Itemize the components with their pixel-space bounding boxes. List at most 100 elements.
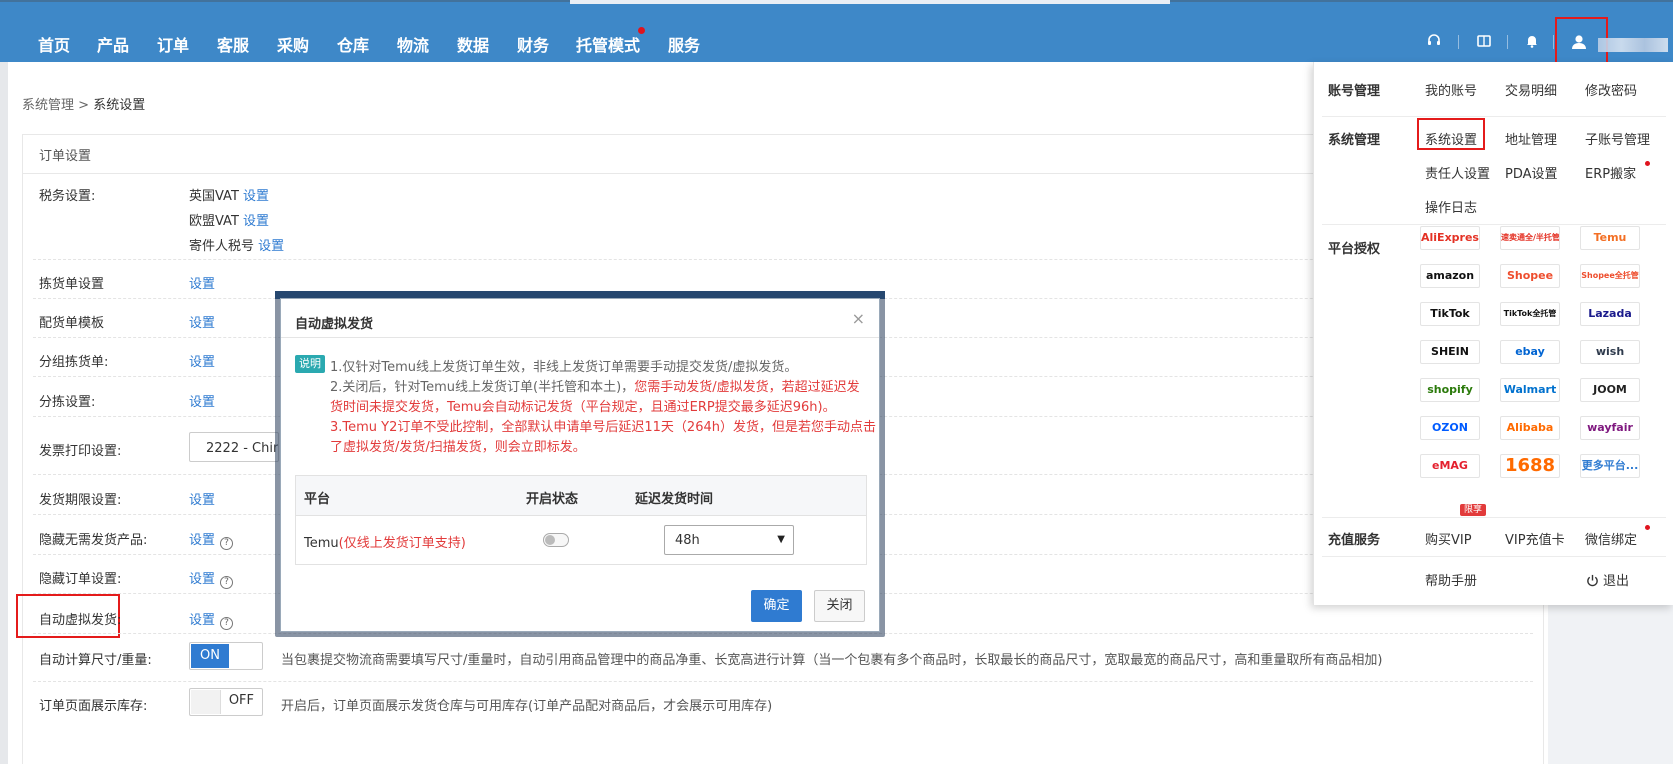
sender-tax-setting-link[interactable]: 设置	[258, 239, 284, 254]
headset-icon[interactable]	[1425, 33, 1443, 51]
bell-icon[interactable]	[1523, 33, 1541, 51]
menu-address-management[interactable]: 地址管理	[1505, 129, 1557, 148]
close-button[interactable]: 关闭	[814, 590, 865, 622]
platform-logo-shopee5[interactable]: Shopee全托管	[1580, 264, 1640, 288]
nav-service[interactable]: 服务	[668, 32, 700, 56]
group-pick-label: 分组拣货单:	[39, 355, 109, 370]
breadcrumb-parent[interactable]: 系统管理	[22, 98, 74, 113]
hide-products-setting-link[interactable]: 设置	[189, 533, 215, 548]
note-line-3-cont: 了虚拟发货/发货/扫描发货，则会立即标发。	[330, 440, 586, 455]
nav-warehouse[interactable]: 仓库	[337, 32, 369, 56]
platform-logo-temu2[interactable]: Temu	[1580, 226, 1640, 250]
menu-transactions[interactable]: 交易明细	[1505, 80, 1557, 99]
platform-logo-wayfair17[interactable]: wayfair	[1580, 416, 1640, 440]
user-name-blurred[interactable]	[1598, 38, 1668, 52]
help-icon[interactable]: ?	[220, 537, 234, 550]
menu-system-settings[interactable]: 系统设置	[1425, 129, 1477, 148]
sorting-label: 分拣设置:	[39, 395, 96, 410]
delay-time-select[interactable]: 48h ▼	[664, 525, 794, 555]
logout-button[interactable]: 退出	[1586, 570, 1629, 591]
nav-hosting-mode[interactable]: 托管模式	[576, 32, 640, 56]
platform-logo-shopify12[interactable]: shopify	[1420, 378, 1480, 402]
auto-size-weight-toggle[interactable]: ON	[189, 642, 263, 670]
platform-table: 平台 开启状态 延迟发货时间 Temu(仅线上发货订单支持) 48h ▼	[295, 475, 867, 565]
platform-logo-emag18[interactable]: eMAG	[1420, 454, 1480, 478]
breadcrumb: 系统管理 > 系统设置	[22, 94, 145, 113]
temu-enable-toggle[interactable]	[543, 533, 569, 547]
nav-logistics[interactable]: 物流	[397, 32, 429, 56]
nav-separator	[1507, 35, 1508, 49]
nav-orders[interactable]: 订单	[157, 32, 189, 56]
help-icon[interactable]: ?	[220, 576, 234, 589]
ship-deadline-setting-link[interactable]: 设置	[189, 489, 215, 508]
show-stock-toggle[interactable]: OFF	[189, 688, 263, 716]
nav-data[interactable]: 数据	[457, 32, 489, 56]
group-pick-setting-link[interactable]: 设置	[189, 351, 215, 370]
eu-vat-setting-link[interactable]: 设置	[243, 214, 269, 229]
platform-logo-amazon3[interactable]: amazon	[1420, 264, 1480, 288]
breadcrumb-current: 系统设置	[93, 98, 146, 113]
platform-logo-1[interactable]: 速卖通全/半托管	[1500, 226, 1560, 250]
pick-list-setting-link[interactable]: 设置	[189, 273, 215, 292]
auto-size-weight-desc: 当包裹提交物流商需要填写尺寸/重量时，自动引用商品管理中的商品净重、长宽高进行计…	[281, 653, 1383, 668]
hide-orders-setting-link[interactable]: 设置	[189, 572, 215, 587]
menu-vip-card[interactable]: VIP充值卡	[1505, 529, 1565, 548]
menu-buy-vip[interactable]: 购买VIP	[1425, 529, 1472, 548]
menu-wechat-bind[interactable]: 微信绑定	[1585, 529, 1637, 548]
auto-virtual-row: 设置?	[189, 609, 234, 630]
note-line-3: 3.Temu Y2订单不受此控制，全部默认申请单号后延迟11天（264h）发货，…	[330, 420, 876, 435]
menu-help-manual[interactable]: 帮助手册	[1425, 570, 1477, 589]
platform-logo-tiktok7[interactable]: TikTok全托管	[1500, 302, 1560, 326]
platform-logo-aliexpress0[interactable]: AliExpress	[1420, 226, 1480, 250]
nav-customer-service[interactable]: 客服	[217, 32, 249, 56]
vip-badge: 限享	[1460, 504, 1486, 516]
delay-value: 48h	[675, 533, 700, 548]
note-2-prefix: 2.关闭后，针对Temu线上发货订单(半托管和本土)，	[330, 380, 635, 395]
sender-tax-row: 寄件人税号 设置	[189, 235, 284, 254]
confirm-button[interactable]: 确定	[751, 590, 802, 622]
distribution-template-setting-link[interactable]: 设置	[189, 312, 215, 331]
platform-logo-joom14[interactable]: JOOM	[1580, 378, 1640, 402]
close-icon[interactable]: ×	[852, 309, 865, 328]
platform-logo-shopee4[interactable]: Shopee	[1500, 264, 1560, 288]
platform-logo-20[interactable]: 更多平台...	[1580, 454, 1640, 478]
platform-logo-ebay10[interactable]: ebay	[1500, 340, 1560, 364]
sorting-setting-link[interactable]: 设置	[189, 391, 215, 410]
top-nav-bar: 首页 产品 订单 客服 采购 仓库 物流 数据 财务 托管模式 服务	[0, 0, 1673, 64]
platform-logo-wish11[interactable]: wish	[1580, 340, 1640, 364]
nav-separator	[1553, 35, 1554, 49]
auto-virtual-setting-link[interactable]: 设置	[189, 613, 215, 628]
uk-vat-setting-link[interactable]: 设置	[243, 189, 269, 204]
section-recharge-title: 充值服务	[1328, 533, 1381, 548]
power-icon	[1586, 574, 1599, 591]
platform-note: (仅线上发货订单支持)	[338, 536, 466, 551]
divider	[1322, 517, 1666, 518]
eu-vat-row: 欧盟VAT 设置	[189, 210, 269, 229]
help-icon[interactable]: ?	[220, 617, 234, 630]
platform-logo-lazada8[interactable]: Lazada	[1580, 302, 1640, 326]
platform-logo-168819[interactable]: 1688	[1500, 454, 1560, 478]
menu-operation-log[interactable]: 操作日志	[1425, 197, 1477, 216]
platform-logo-walmart13[interactable]: Walmart	[1500, 378, 1560, 402]
nav-finance[interactable]: 财务	[517, 32, 549, 56]
menu-pda-settings[interactable]: PDA设置	[1505, 163, 1558, 182]
nav-home[interactable]: 首页	[38, 32, 70, 56]
header-delay: 延迟发货时间	[635, 492, 714, 507]
platform-logo-ozon15[interactable]: OZON	[1420, 416, 1480, 440]
section-system-title: 系统管理	[1328, 133, 1381, 148]
ship-deadline-label: 发货期限设置:	[39, 493, 122, 508]
platform-logo-shein9[interactable]: SHEIN	[1420, 340, 1480, 364]
menu-change-password[interactable]: 修改密码	[1585, 80, 1637, 99]
invoice-template-select[interactable]: 2222 - China	[189, 432, 279, 462]
nav-products[interactable]: 产品	[97, 32, 129, 56]
nav-purchase[interactable]: 采购	[277, 32, 309, 56]
platform-logo-tiktok6[interactable]: TikTok	[1420, 302, 1480, 326]
platform-logo-alibaba16[interactable]: Alibaba	[1500, 416, 1560, 440]
menu-my-account[interactable]: 我的账号	[1425, 80, 1477, 99]
menu-erp-migration[interactable]: ERP搬家	[1585, 163, 1636, 182]
menu-sub-accounts[interactable]: 子账号管理	[1585, 129, 1650, 148]
user-icon[interactable]	[1570, 33, 1588, 51]
tax-settings-label: 税务设置:	[39, 189, 96, 204]
menu-owner-settings[interactable]: 责任人设置	[1425, 163, 1490, 182]
book-icon[interactable]	[1475, 33, 1493, 51]
